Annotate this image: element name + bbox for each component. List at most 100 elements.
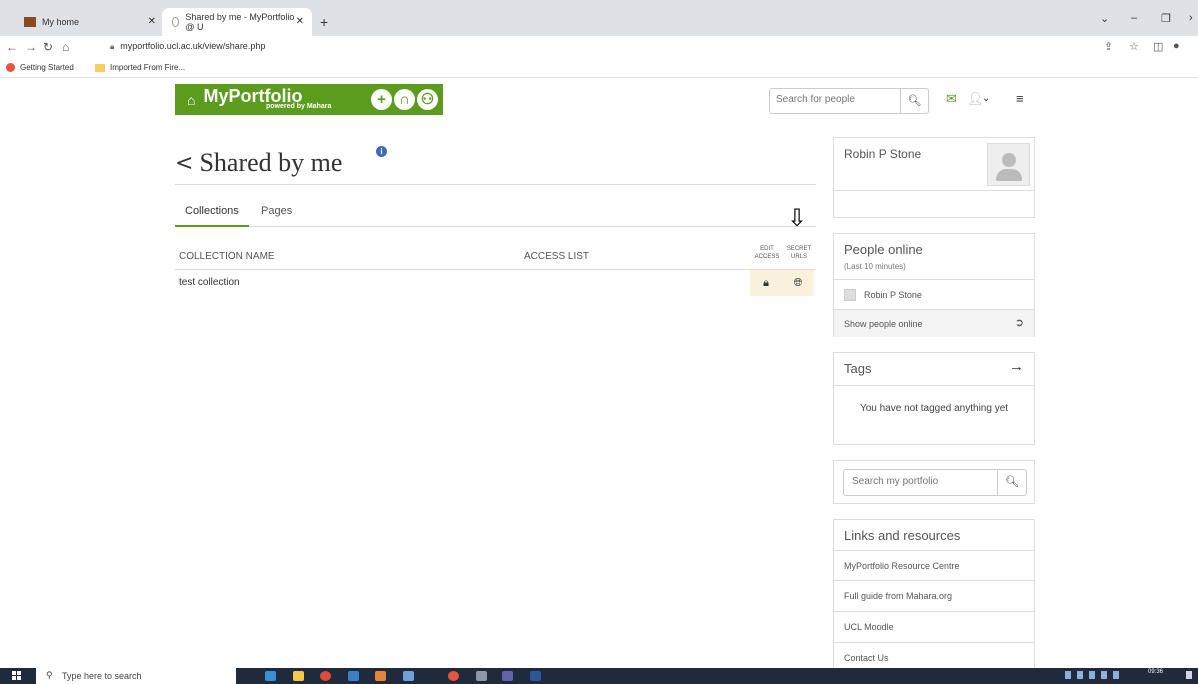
share-icon[interactable]: ⇪ [1104, 40, 1113, 53]
close-window-icon[interactable]: › [1189, 12, 1193, 24]
folder-icon [95, 63, 105, 72]
link-ucl-moodle[interactable]: UCL Moodle [834, 611, 1034, 642]
page-title: < Shared by me [175, 148, 342, 178]
browser-tab-my-home[interactable]: My home ✕ [14, 8, 164, 36]
online-person[interactable]: Robin P Stone [844, 289, 922, 301]
myportfolio-logo[interactable]: ⌂ MyPortfolio powered by Mahara + ∩ ⚇ [175, 84, 443, 115]
reload-icon[interactable]: ↻ [43, 40, 53, 54]
lock-icon: 🔒︎ [110, 42, 115, 51]
forward-icon[interactable]: → [25, 40, 37, 54]
chrome-app-icon[interactable] [320, 671, 331, 681]
info-icon[interactable]: i [376, 146, 387, 157]
link-label: MyPortfolio Resource Centre [844, 561, 960, 571]
groups-icon[interactable]: ⚇ [417, 89, 438, 110]
tab-search-chevron-icon[interactable]: ⌄ [1100, 12, 1109, 25]
browser-tab-shared-by-me[interactable]: Shared by me - MyPortfolio @ U ✕ [162, 8, 312, 36]
divider [834, 385, 1034, 386]
avatar[interactable] [987, 143, 1030, 186]
share-lock-icon[interactable]: ∩ [394, 89, 415, 110]
url-field[interactable]: 🔒︎ myportfolio.ucl.ac.uk/view/share.php [110, 41, 265, 52]
home-icon[interactable]: ⌂ [62, 40, 69, 54]
volume-icon[interactable] [1113, 671, 1119, 679]
windows-start-icon[interactable] [12, 671, 22, 681]
bookmark-getting-started[interactable]: Getting Started [6, 63, 74, 72]
tags-empty-message: You have not tagged anything yet [859, 403, 1009, 414]
secret-url-globe-icon[interactable]: 🌐︎ [782, 270, 814, 296]
taskbar-clock[interactable]: 09:36 [1148, 669, 1163, 675]
column-secret-urls: SECRET URLS [786, 246, 812, 260]
links-panel: Links and resources MyPortfolio Resource… [833, 519, 1035, 671]
edit-access-lock-icon[interactable]: 🔒︎ [750, 270, 782, 296]
outlook-app-icon[interactable] [348, 671, 359, 681]
taskbar-search[interactable]: ⚲ Type here to search [36, 668, 236, 684]
link-mahara-guide[interactable]: Full guide from Mahara.org [834, 580, 1034, 611]
notifications-icon[interactable] [1186, 671, 1192, 679]
people-online-panel: People online (Last 10 minutes) Robin P … [833, 233, 1035, 337]
firefox-app-icon[interactable] [375, 671, 386, 681]
network-icon[interactable] [1101, 671, 1107, 679]
taskbar-search-label: Type here to search [62, 671, 142, 681]
avatar-head [1002, 153, 1016, 167]
home-icon: ⌂ [187, 91, 196, 108]
collection-name-link[interactable]: test collection [179, 277, 240, 288]
tags-title[interactable]: Tags [844, 361, 871, 376]
hamburger-menu-icon[interactable]: ≡ [1016, 91, 1024, 106]
user-name[interactable]: Robin P Stone [844, 147, 921, 161]
tab-pages[interactable]: Pages [261, 205, 292, 217]
bookmark-imported[interactable]: Imported From Fire... [95, 63, 185, 72]
tray-icon[interactable] [1077, 671, 1083, 679]
search-icon[interactable]: 🔍︎ [900, 89, 928, 113]
restore-icon[interactable]: ❐ [1161, 12, 1171, 25]
link-label: Contact Us [844, 653, 889, 663]
app-icon[interactable] [476, 671, 487, 681]
windows-taskbar: ⚲ Type here to search 09:36 [0, 668, 1198, 684]
tab-label: Shared by me - MyPortfolio @ U [185, 12, 295, 32]
online-person-name: Robin P Stone [864, 290, 922, 300]
table-row: test collection 🔒︎ 🌐︎ [175, 270, 816, 296]
bookmark-label: Imported From Fire... [110, 63, 186, 72]
bookmark-label: Getting Started [20, 63, 74, 72]
edge-app-icon[interactable] [265, 671, 276, 681]
create-icon[interactable]: + [371, 89, 392, 110]
tab-collections[interactable]: Collections [185, 205, 239, 217]
bookmark-star-icon[interactable]: ☆ [1129, 40, 1139, 53]
search-icon[interactable]: 🔍︎ [997, 470, 1026, 495]
teams-app-icon[interactable] [502, 671, 513, 681]
arrow-right-icon[interactable]: → [1009, 358, 1024, 375]
divider [834, 190, 1034, 191]
app-icon[interactable] [448, 671, 459, 681]
tray-icon[interactable] [1065, 671, 1071, 679]
inbox-icon[interactable]: ✉ [946, 91, 957, 107]
close-tab-icon[interactable]: ✕ [148, 16, 156, 27]
powered-by: powered by Mahara [266, 103, 332, 110]
people-search-input[interactable] [776, 94, 896, 105]
portfolio-search-input[interactable] [852, 476, 992, 487]
portfolio-search-box: 🔍︎ [843, 469, 1027, 496]
minimize-icon[interactable]: – [1131, 12, 1137, 24]
portfolio-search-panel: 🔍︎ [833, 460, 1035, 504]
page-favicon-icon [172, 17, 180, 27]
column-collection-name: COLLECTION NAME [179, 251, 275, 262]
collection-page-tabs: Collections Pages [175, 202, 816, 227]
back-icon[interactable]: ← [6, 40, 18, 54]
avatar-body [996, 169, 1022, 181]
new-tab-icon[interactable]: + [320, 14, 328, 30]
show-people-online-link[interactable]: Show people online ➲ [834, 309, 1034, 337]
close-tab-icon[interactable]: ✕ [296, 16, 304, 27]
divider [175, 184, 816, 185]
chevron-down-icon[interactable]: ⌄ [982, 93, 990, 104]
active-tab-indicator [175, 225, 249, 227]
app-icon[interactable] [403, 671, 414, 681]
tray-icon[interactable] [1089, 671, 1095, 679]
file-explorer-app-icon[interactable] [293, 671, 304, 681]
link-resource-centre[interactable]: MyPortfolio Resource Centre [834, 550, 1034, 581]
people-online-subtitle: (Last 10 minutes) [844, 262, 906, 271]
side-panel-icon[interactable]: ◫ [1153, 40, 1163, 53]
profile-icon[interactable]: ● [1173, 40, 1180, 52]
word-app-icon[interactable] [530, 671, 541, 681]
column-edit-access: EDIT ACCESS [754, 246, 780, 260]
bookmarks-bar: Getting Started Imported From Fire... [0, 58, 1198, 78]
divider [834, 279, 1034, 280]
column-access-list: ACCESS LIST [524, 251, 590, 262]
link-label: UCL Moodle [844, 622, 894, 632]
